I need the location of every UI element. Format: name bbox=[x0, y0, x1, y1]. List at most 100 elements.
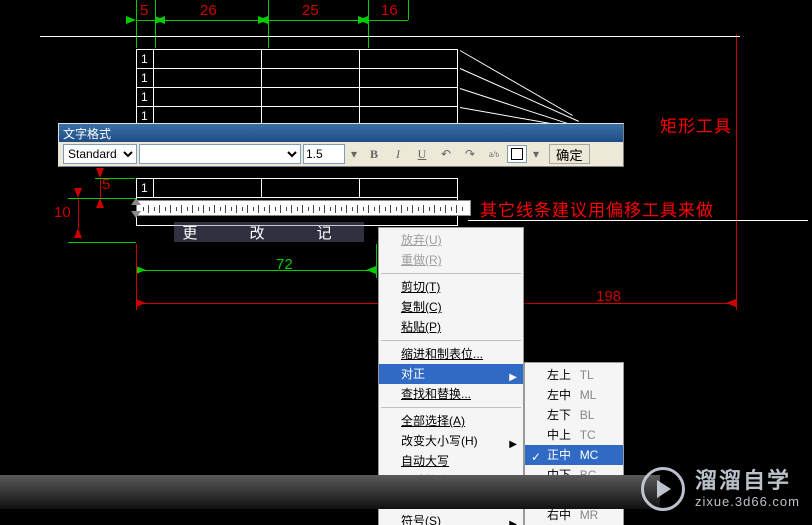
bold-button[interactable]: B bbox=[363, 144, 385, 164]
menu-justify[interactable]: 对正▶ bbox=[379, 364, 523, 384]
menu-redo[interactable]: 重做(R) bbox=[379, 250, 523, 270]
watermark: 溜溜自学 zixue.3d66.com bbox=[641, 467, 800, 511]
underline-button[interactable]: U bbox=[411, 144, 433, 164]
text-style-select[interactable]: Standard bbox=[63, 144, 137, 164]
justify-ml[interactable]: 左中 ML bbox=[525, 385, 623, 405]
ext-line bbox=[68, 198, 136, 199]
dim-value: 16 bbox=[381, 2, 398, 19]
table-cell bbox=[262, 179, 360, 198]
ok-button[interactable]: 确定 bbox=[549, 144, 590, 164]
table-cell bbox=[262, 88, 360, 107]
ext-line bbox=[95, 178, 135, 179]
redo-button[interactable]: ↷ bbox=[459, 144, 481, 164]
table-cell: 1 bbox=[137, 179, 154, 198]
annotation-rect-tool: 矩形工具 bbox=[660, 112, 732, 137]
table-cell: 1 bbox=[137, 69, 154, 88]
dim-value: 25 bbox=[302, 2, 319, 19]
table-cell: 1 bbox=[137, 50, 154, 69]
cad-canvas[interactable]: 5 26 25 16 5 10 72 198 1 1 1 1 1 矩形工具 其它… bbox=[0, 0, 812, 525]
color-dropdown-icon[interactable]: ▾ bbox=[529, 144, 543, 164]
menu-separator bbox=[381, 340, 521, 341]
table-cell bbox=[154, 69, 262, 88]
height-dropdown-icon[interactable]: ▾ bbox=[347, 144, 361, 164]
table-cell bbox=[360, 88, 458, 107]
watermark-title: 溜溜自学 bbox=[695, 468, 800, 494]
font-select[interactable] bbox=[139, 144, 301, 164]
justify-bl[interactable]: 左下 BL bbox=[525, 405, 623, 425]
dim-arrow bbox=[136, 266, 146, 274]
ext-line bbox=[136, 244, 137, 310]
ext-line bbox=[376, 244, 377, 278]
submenu-arrow-icon: ▶ bbox=[509, 515, 517, 525]
dim-value: 5 bbox=[140, 2, 148, 19]
ext-line bbox=[136, 0, 137, 48]
text-format-toolbar: 文字格式 Standard ▾ B I U ↶ ↷ a/b ▾ 确定 bbox=[58, 123, 624, 167]
color-picker[interactable] bbox=[507, 145, 527, 163]
menu-cut[interactable]: 剪切(T) bbox=[379, 277, 523, 297]
dim-line bbox=[136, 270, 376, 271]
menu-copy[interactable]: 复制(C) bbox=[379, 297, 523, 317]
menu-autocaps[interactable]: 自动大写 bbox=[379, 451, 523, 471]
italic-button[interactable]: I bbox=[387, 144, 409, 164]
dim-line bbox=[100, 178, 101, 198]
dim-arrow bbox=[74, 188, 82, 198]
floor-gradient bbox=[0, 475, 660, 509]
dim-value: 198 bbox=[596, 288, 621, 305]
ext-line bbox=[368, 0, 369, 48]
ext-line bbox=[68, 242, 136, 243]
menu-paste[interactable]: 粘贴(P) bbox=[379, 317, 523, 337]
table-cell: 1 bbox=[137, 88, 154, 107]
table-cell bbox=[360, 50, 458, 69]
watermark-url: zixue.3d66.com bbox=[695, 494, 800, 510]
text-height-input[interactable] bbox=[303, 144, 345, 164]
menu-separator bbox=[381, 273, 521, 274]
table-cell bbox=[262, 50, 360, 69]
dim-arrow bbox=[126, 16, 136, 24]
ext-line bbox=[155, 0, 156, 48]
cad-table-top: 1 1 1 1 bbox=[136, 49, 458, 126]
dim-arrow bbox=[74, 228, 82, 238]
table-cell bbox=[360, 179, 458, 198]
menu-undo[interactable]: 放弃(U) bbox=[379, 230, 523, 250]
justify-tl[interactable]: 左上 TL bbox=[525, 365, 623, 385]
sheet-edge bbox=[40, 36, 740, 37]
menu-separator bbox=[381, 407, 521, 408]
annotation-offset-hint: 其它线条建议用偏移工具来做 bbox=[480, 196, 714, 221]
mtext-ruler[interactable] bbox=[136, 200, 471, 216]
mtext-content: 更 改 记 bbox=[182, 225, 355, 242]
table-cell bbox=[262, 69, 360, 88]
justify-mc[interactable]: ✓正中 MC bbox=[525, 445, 623, 465]
dim-value: 72 bbox=[276, 256, 293, 273]
undo-button[interactable]: ↶ bbox=[435, 144, 457, 164]
mtext-edit-area[interactable]: 更 改 记 bbox=[174, 222, 364, 242]
dim-value: 10 bbox=[54, 204, 71, 221]
dim-value: 26 bbox=[200, 2, 217, 19]
justify-tc[interactable]: 中上 TC bbox=[525, 425, 623, 445]
ext-line bbox=[268, 0, 269, 48]
checkmark-icon: ✓ bbox=[531, 447, 541, 467]
table-cell bbox=[154, 50, 262, 69]
ext-line bbox=[736, 34, 737, 310]
dim-arrow bbox=[258, 16, 268, 24]
table-cell bbox=[154, 88, 262, 107]
dim-arrow bbox=[358, 16, 368, 24]
menu-symbol[interactable]: 符号(S)▶ bbox=[379, 511, 523, 525]
first-line-indent-icon[interactable] bbox=[131, 198, 141, 205]
table-cell bbox=[154, 179, 262, 198]
ext-line bbox=[408, 0, 409, 20]
stack-button[interactable]: a/b bbox=[483, 144, 505, 164]
dim-arrow bbox=[366, 266, 376, 274]
dim-arrow bbox=[136, 299, 146, 307]
menu-select-all[interactable]: 全部选择(A) bbox=[379, 411, 523, 431]
play-icon bbox=[641, 467, 685, 511]
dim-arrow bbox=[726, 299, 736, 307]
hanging-indent-icon[interactable] bbox=[131, 211, 141, 218]
menu-change-case[interactable]: 改变大小写(H)▶ bbox=[379, 431, 523, 451]
dim-arrow bbox=[96, 198, 104, 208]
menu-indent[interactable]: 缩进和制表位... bbox=[379, 344, 523, 364]
dim-arrow bbox=[155, 16, 165, 24]
toolbar-title[interactable]: 文字格式 bbox=[59, 124, 623, 142]
dim-line bbox=[78, 198, 79, 228]
table-cell bbox=[360, 69, 458, 88]
menu-find[interactable]: 查找和替换... bbox=[379, 384, 523, 404]
